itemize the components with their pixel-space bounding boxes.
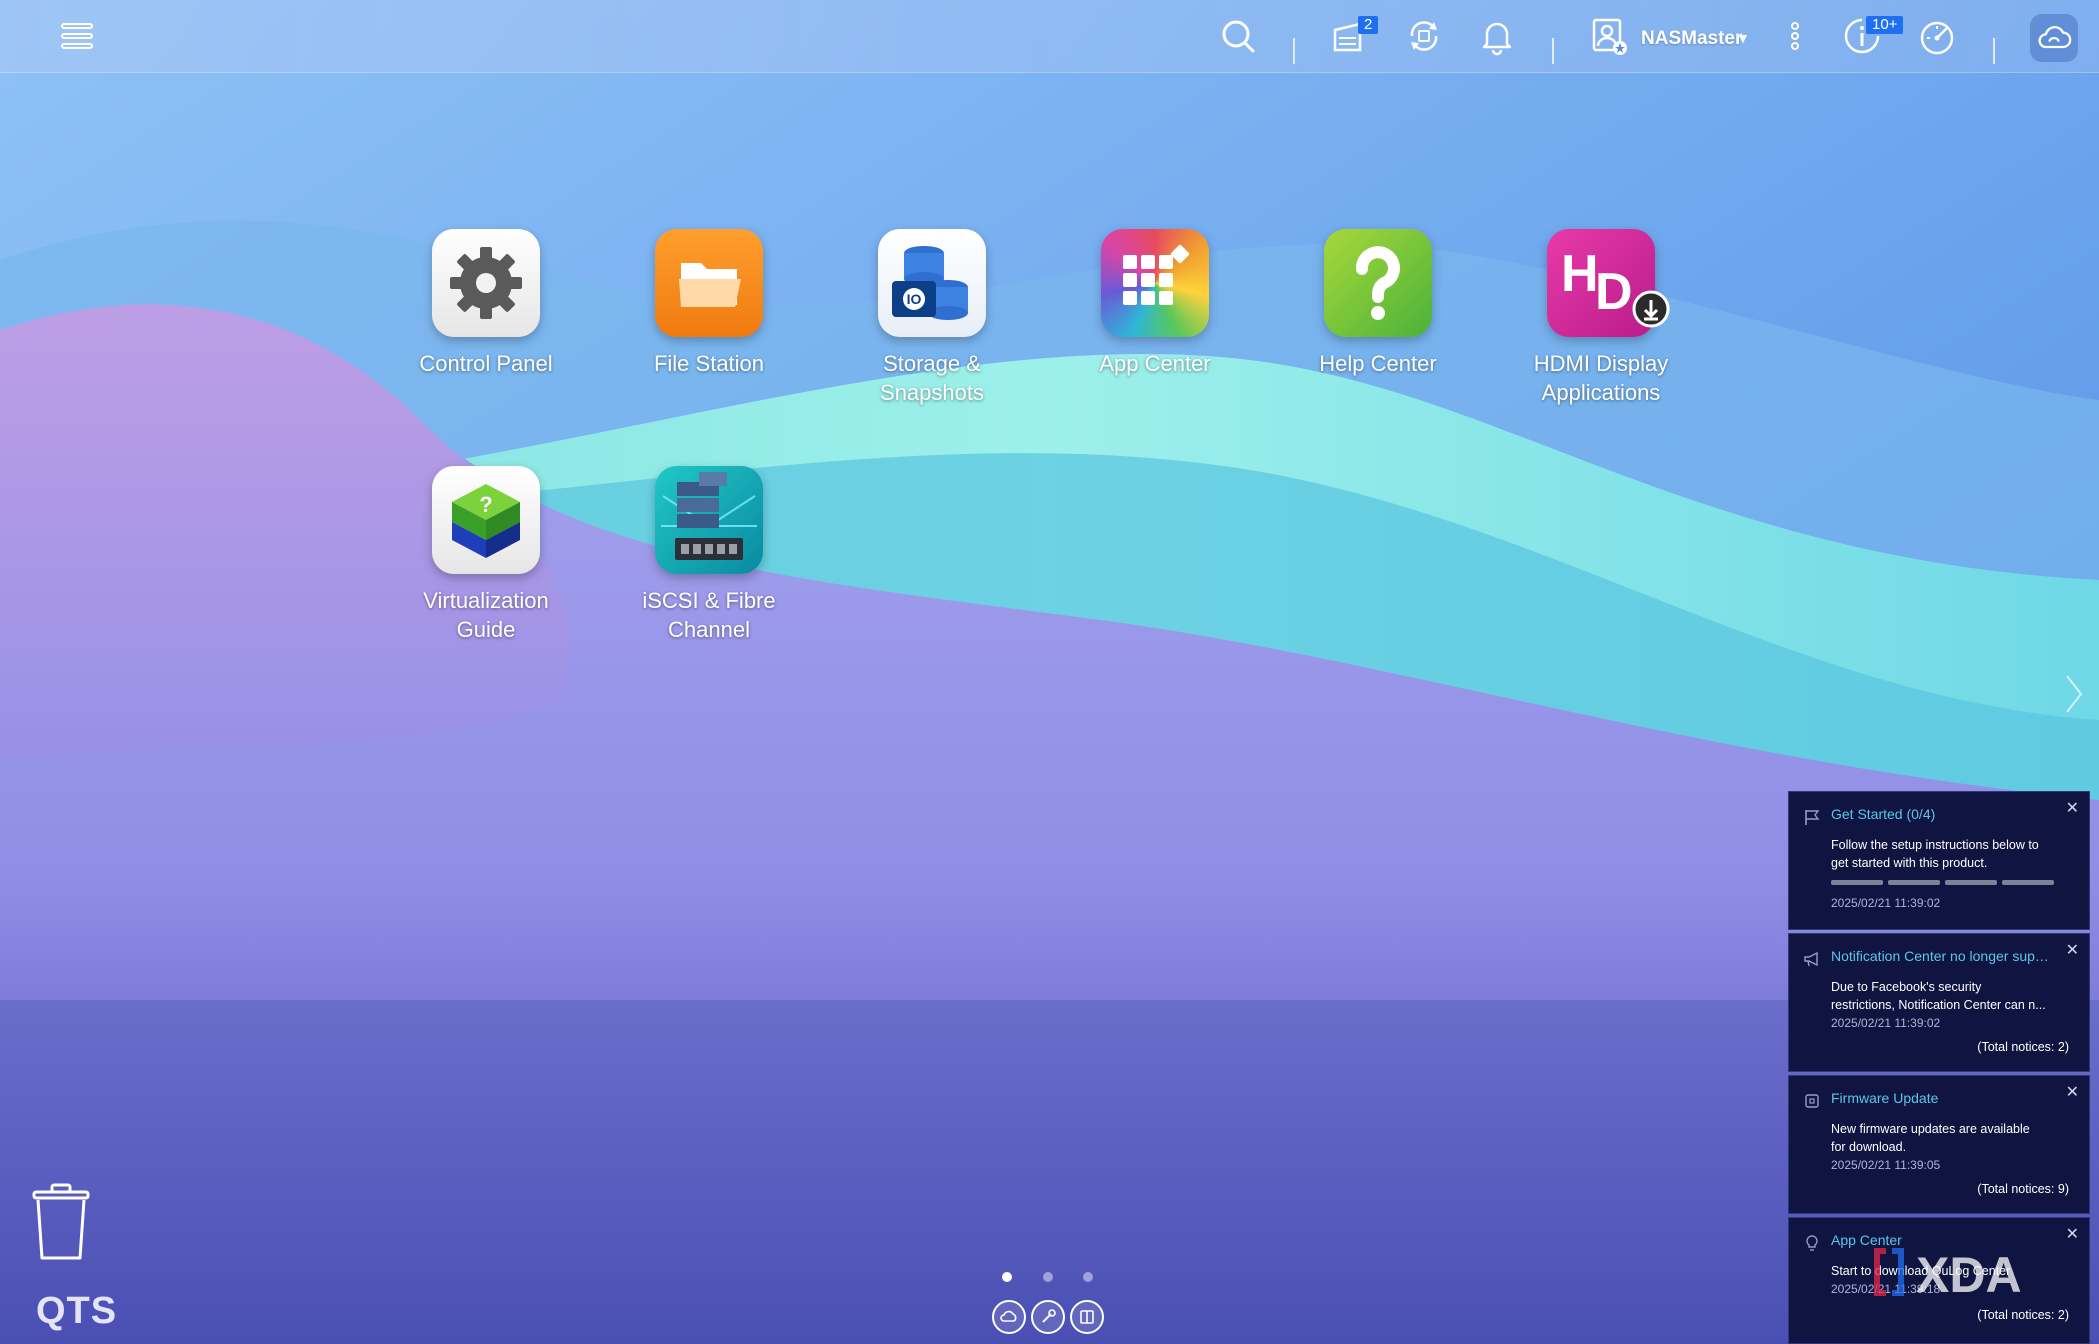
cloud-icon [2038,26,2072,49]
bell-icon [1482,22,1512,56]
external-device-button[interactable] [1400,12,1448,60]
setup-progress-step [1831,880,1883,885]
megaphone-icon [1804,951,1818,967]
top-bar: 2 NASMaster ▼ 10+ [0,0,2099,73]
app-label: Virtualization Guide [423,588,549,642]
close-icon[interactable]: ✕ [2066,940,2079,960]
app-hdmi-display-applications[interactable]: H D HDMI Display Applications [1501,229,1701,407]
close-icon[interactable]: ✕ [2066,1082,2079,1102]
app-file-station[interactable]: File Station [609,229,809,378]
user-admin-icon [1592,18,1627,55]
sync-device-icon [1410,21,1438,51]
notification-body: Due to Facebook's security restrictions,… [1831,980,2046,1012]
page-dot-2[interactable] [1043,1272,1053,1282]
notification-body: Follow the setup instructions below to g… [1831,838,2039,870]
notification-title[interactable]: Notification Center no longer supp... [1831,948,2053,964]
app-label: HDMI Display Applications [1533,351,1669,405]
app-grid-icon [1101,229,1209,337]
app-app-center[interactable]: App Center [1055,229,1255,378]
cube-icon: ? [432,466,540,574]
notification-timestamp: 2025/02/21 11:39:02 [1831,1016,1941,1030]
page-dot-1[interactable] [1002,1272,1012,1282]
recycle-bin-icon[interactable] [28,1182,94,1262]
cloud-link-icon [1000,1310,1017,1322]
app-label: File Station [653,351,765,376]
next-page-arrow-icon[interactable] [2064,672,2084,716]
setup-progress-step [1888,880,1940,885]
svg-text:?: ? [479,492,492,517]
search-icon [1222,20,1255,53]
notification-timestamp: 2025/02/21 11:39:05 [1831,1158,1941,1172]
folder-icon [655,229,763,337]
app-label: Help Center [1319,351,1437,376]
more-vertical-icon [1791,22,1799,50]
storage-icon: IO [878,229,986,337]
book-icon [1080,1310,1094,1324]
hd-icon: H D [1547,229,1670,337]
app-label: Control Panel [419,351,553,376]
toolbar-separator [1293,38,1295,64]
toolbar-separator [1552,38,1554,64]
notification-card[interactable]: Notification Center no longer supp... ✕ … [1788,933,2090,1072]
flag-icon [1805,810,1820,825]
app-storage-snapshots[interactable]: IO Storage & Snapshots [832,229,1032,407]
app-virtualization-guide[interactable]: ? Virtualization Guide [386,466,586,644]
qts-logo: QTS [36,1290,118,1332]
system-status-badge: 10+ [1866,16,1904,34]
app-label: App Center [1099,351,1211,376]
toolbar-separator [1993,38,1995,64]
main-menu-button[interactable] [53,12,101,60]
notification-title[interactable]: Firmware Update [1831,1090,2053,1106]
gear-icon [432,229,540,337]
user-name-menu[interactable]: NASMaster [1641,28,1742,50]
close-icon[interactable]: ✕ [2066,798,2079,818]
setup-progress-step [2002,880,2054,885]
app-label: iSCSI & Fibre Channel [642,588,776,642]
background-tasks-badge: 2 [1358,16,1379,34]
myqnapcloud-button[interactable] [2030,14,2078,62]
search-button[interactable] [1214,12,1262,60]
desktop-wallpaper [0,0,2099,1344]
server-icon [655,466,763,574]
user-avatar-button[interactable] [1585,12,1633,60]
svg-text:IO: IO [907,291,922,307]
more-options-button[interactable] [1771,12,1819,60]
svg-text:D: D [1595,263,1633,321]
xda-watermark: XDA [1870,1240,2070,1304]
notification-card[interactable]: Firmware Update ✕ New firmware updates a… [1788,1075,2090,1214]
notification-title[interactable]: Get Started (0/4) [1831,806,2053,822]
notification-timestamp: 2025/02/21 11:39:02 [1831,896,1941,910]
notification-body: New firmware updates are available for d… [1831,1122,2030,1154]
user-menu-caret-icon[interactable]: ▼ [1736,30,1750,46]
notification-total: (Total notices: 9) [1977,1182,2069,1196]
dashboard-gauge-icon [1920,21,1954,55]
app-control-panel[interactable]: Control Panel [386,229,586,378]
notification-total: (Total notices: 2) [1977,1308,2069,1322]
tools-icon [1042,1309,1056,1323]
app-iscsi-fibre-channel[interactable]: iSCSI & Fibre Channel [609,466,809,644]
setup-progress-step [1945,880,1997,885]
svg-text:XDA: XDA [1916,1247,2022,1303]
resource-monitor-button[interactable] [1913,12,1961,60]
hamburger-icon [61,23,93,49]
dock-tools-button[interactable] [1031,1300,1065,1334]
question-icon [1324,229,1432,337]
lightbulb-icon [1806,1235,1818,1251]
dock-help-button[interactable] [1070,1300,1104,1334]
app-help-center[interactable]: Help Center [1278,229,1478,378]
firmware-chip-icon [1805,1094,1819,1108]
dock-myqnapcloud-button[interactable] [992,1300,1026,1334]
svg-text:H: H [1561,245,1599,303]
notifications-button[interactable] [1473,12,1521,60]
notification-total: (Total notices: 2) [1977,1040,2069,1054]
app-label: Storage & Snapshots [880,351,984,405]
notification-card[interactable]: Get Started (0/4) ✕ Follow the setup ins… [1788,791,2090,930]
page-dot-3[interactable] [1083,1272,1093,1282]
